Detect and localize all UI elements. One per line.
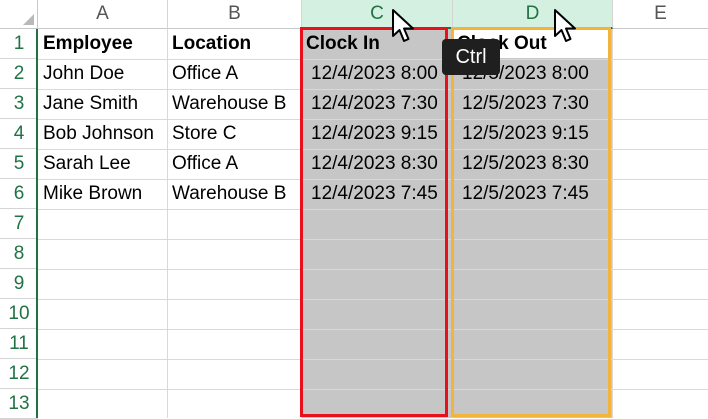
gridline — [38, 209, 708, 210]
row-header-12[interactable]: 12 — [0, 359, 38, 389]
row-header-4[interactable]: 4 — [0, 119, 38, 149]
mouse-pointer-icon — [392, 9, 414, 42]
cell-c1[interactable]: Clock In — [301, 29, 451, 59]
cell-b1[interactable]: Location — [167, 29, 301, 59]
gridline — [38, 359, 708, 360]
row-header-11[interactable]: 11 — [0, 329, 38, 359]
gridline — [38, 389, 708, 390]
mouse-pointer-icon — [554, 9, 576, 42]
spreadsheet: A B C D E 1 2 3 4 5 6 7 8 9 10 11 12 13 … — [0, 0, 708, 419]
row-header-6[interactable]: 6 — [0, 179, 38, 209]
column-header-c[interactable]: C — [302, 0, 453, 29]
select-all-corner[interactable] — [0, 0, 38, 29]
row-header-2[interactable]: 2 — [0, 59, 38, 89]
gridline — [612, 29, 613, 418]
cell-c4[interactable]: 12/4/2023 9:15 — [301, 119, 450, 149]
column-header-b[interactable]: B — [168, 0, 302, 29]
gridline — [38, 239, 708, 240]
row-header-13[interactable]: 13 — [0, 389, 38, 419]
row-header-10[interactable]: 10 — [0, 299, 38, 329]
row-header-1[interactable]: 1 — [0, 29, 38, 59]
row-header-5[interactable]: 5 — [0, 149, 38, 179]
cell-c6[interactable]: 12/4/2023 7:45 — [301, 179, 450, 209]
cell-b3[interactable]: Warehouse B — [167, 89, 301, 119]
row-header-8[interactable]: 8 — [0, 239, 38, 269]
cell-b4[interactable]: Store C — [167, 119, 301, 149]
cell-c5[interactable]: 12/4/2023 8:30 — [301, 149, 450, 179]
cell-a6[interactable]: Mike Brown — [38, 179, 168, 209]
gridline — [38, 299, 708, 300]
row-header-3[interactable]: 3 — [0, 89, 38, 119]
gridline — [38, 269, 708, 270]
cell-c2[interactable]: 12/4/2023 8:00 — [301, 59, 450, 89]
column-header-d[interactable]: D — [453, 0, 613, 29]
ctrl-key-badge: Ctrl — [442, 39, 500, 75]
cell-d3[interactable]: 12/5/2023 7:30 — [452, 89, 609, 119]
cell-b2[interactable]: Office A — [167, 59, 301, 89]
cell-d4[interactable]: 12/5/2023 9:15 — [452, 119, 609, 149]
cell-c3[interactable]: 12/4/2023 7:30 — [301, 89, 450, 119]
column-header-e[interactable]: E — [613, 0, 708, 29]
column-header-a[interactable]: A — [38, 0, 168, 29]
cell-a3[interactable]: Jane Smith — [38, 89, 168, 119]
cell-d5[interactable]: 12/5/2023 8:30 — [452, 149, 609, 179]
cell-a2[interactable]: John Doe — [38, 59, 168, 89]
cell-b5[interactable]: Office A — [167, 149, 301, 179]
select-all-triangle-icon — [23, 14, 34, 25]
cell-a5[interactable]: Sarah Lee — [38, 149, 168, 179]
cell-b6[interactable]: Warehouse B — [167, 179, 301, 209]
cell-a1[interactable]: Employee — [38, 29, 168, 59]
cell-a4[interactable]: Bob Johnson — [38, 119, 168, 149]
row-header-9[interactable]: 9 — [0, 269, 38, 299]
cell-d6[interactable]: 12/5/2023 7:45 — [452, 179, 609, 209]
row-header-7[interactable]: 7 — [0, 209, 38, 239]
gridline — [38, 329, 708, 330]
